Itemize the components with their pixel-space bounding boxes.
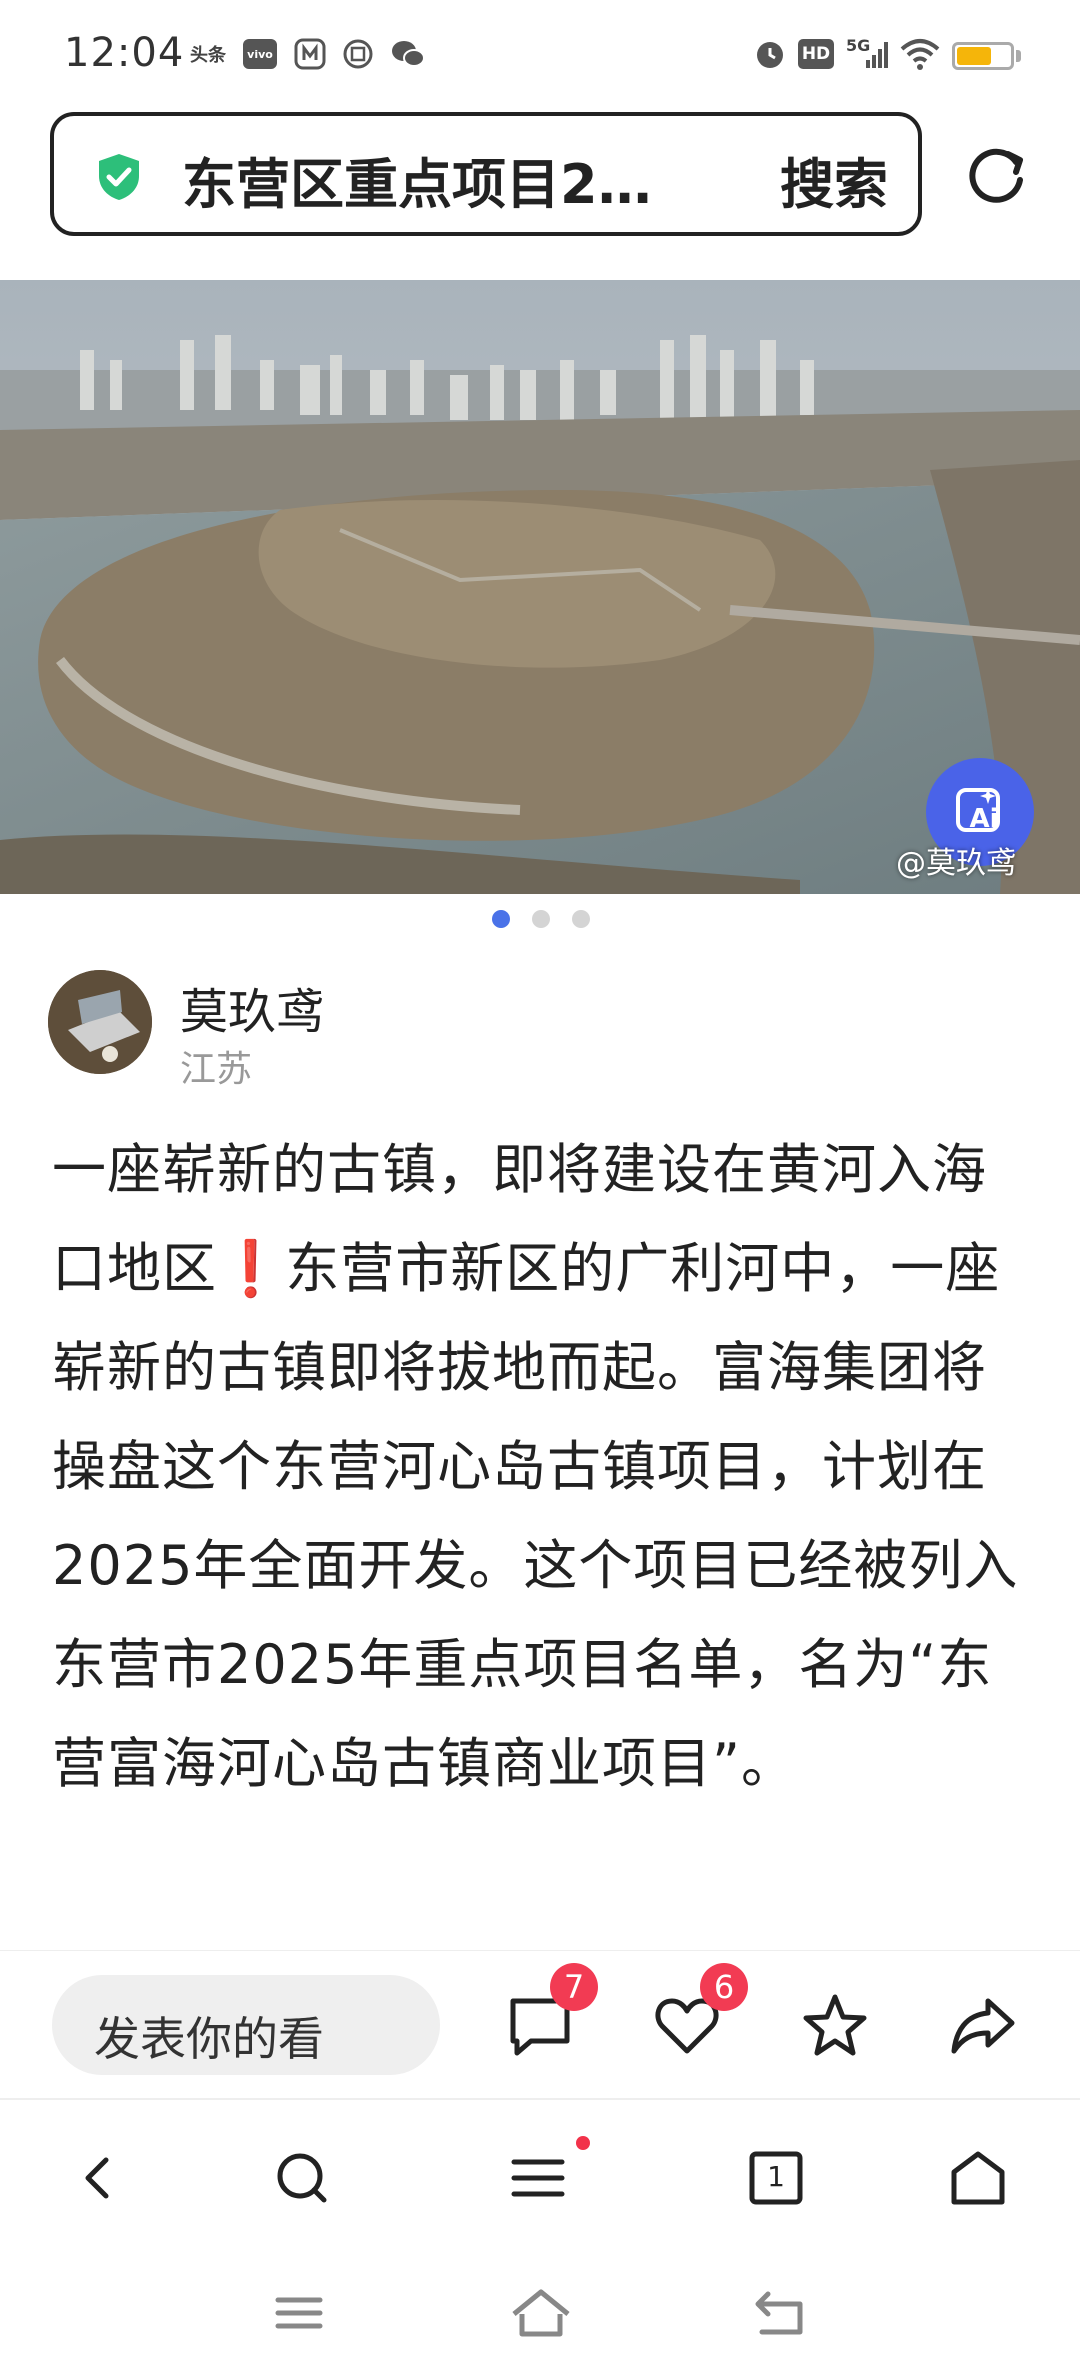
comment-input[interactable]: 发表你的看 <box>52 1975 440 2075</box>
system-back-icon[interactable] <box>748 2280 814 2346</box>
menu-icon[interactable] <box>506 2146 570 2210</box>
comment-placeholder: 发表你的看 <box>94 2012 324 2066</box>
5g-signal-icon: 5G <box>846 36 890 72</box>
author-name[interactable]: 莫玖鸢 <box>180 972 324 1042</box>
avatar[interactable] <box>48 970 152 1074</box>
search-button[interactable]: 搜索 <box>780 140 888 219</box>
menu-notification-dot <box>576 2136 590 2150</box>
article-image[interactable] <box>0 280 1080 894</box>
app-icon <box>292 36 328 72</box>
article-body: 一座崭新的古镇，即将建设在黄河入海口地区❗东营市新区的广利河中，一座崭新的古镇即… <box>52 1120 1032 1813</box>
article-text: 东营市新区的广利河中，一座崭新的古镇即将拔地而起。富海集团将操盘这个东营河心岛古… <box>52 1237 1019 1795</box>
article-action-bar: 发表你的看 7 6 <box>0 1950 1080 2099</box>
system-home-icon[interactable] <box>508 2280 574 2346</box>
tabs-icon[interactable]: 1 <box>744 2146 808 2210</box>
system-navigation-bar <box>0 2250 1080 2376</box>
search-icon[interactable] <box>270 2146 334 2210</box>
recent-apps-icon[interactable] <box>266 2280 332 2346</box>
status-bar: 12:04 头条 vivo HD 5G <box>0 0 1080 110</box>
battery-icon <box>952 42 1014 70</box>
home-icon[interactable] <box>946 2146 1010 2210</box>
toutiao-app-icon: 头条 <box>190 45 226 66</box>
comment-count-badge: 7 <box>550 1963 598 2011</box>
carousel-dot[interactable] <box>532 910 550 928</box>
status-time: 12:04 <box>64 30 185 76</box>
image-watermark: @莫玖鸢 <box>896 846 1016 881</box>
search-query-text[interactable]: 东营区重点项目2… <box>182 140 652 219</box>
like-count-badge: 6 <box>700 1963 748 2011</box>
browser-toolbar: 1 <box>0 2098 1080 2250</box>
favorite-star-icon[interactable] <box>800 1991 870 2061</box>
carousel-dot[interactable] <box>572 910 590 928</box>
tab-count: 1 <box>767 2160 785 2193</box>
carousel-dot[interactable] <box>492 910 510 928</box>
address-search-bar[interactable]: 东营区重点项目2… 搜索 <box>50 112 922 236</box>
shield-icon <box>96 152 142 202</box>
vivo-app-icon: vivo <box>243 39 277 69</box>
wifi-icon <box>898 36 942 72</box>
refresh-icon[interactable] <box>962 140 1032 210</box>
wechat-icon <box>390 36 426 72</box>
hd-icon: HD <box>798 39 834 69</box>
exclamation-emoji: ❗ <box>217 1237 286 1300</box>
ai-label: Ai <box>969 804 999 834</box>
carousel-indicator <box>0 908 1080 932</box>
share-icon[interactable] <box>948 1991 1018 2061</box>
alarm-icon <box>752 36 788 72</box>
back-icon[interactable] <box>68 2146 132 2210</box>
ticket-app-icon <box>340 36 376 72</box>
author-location: 江苏 <box>180 1049 253 1090</box>
